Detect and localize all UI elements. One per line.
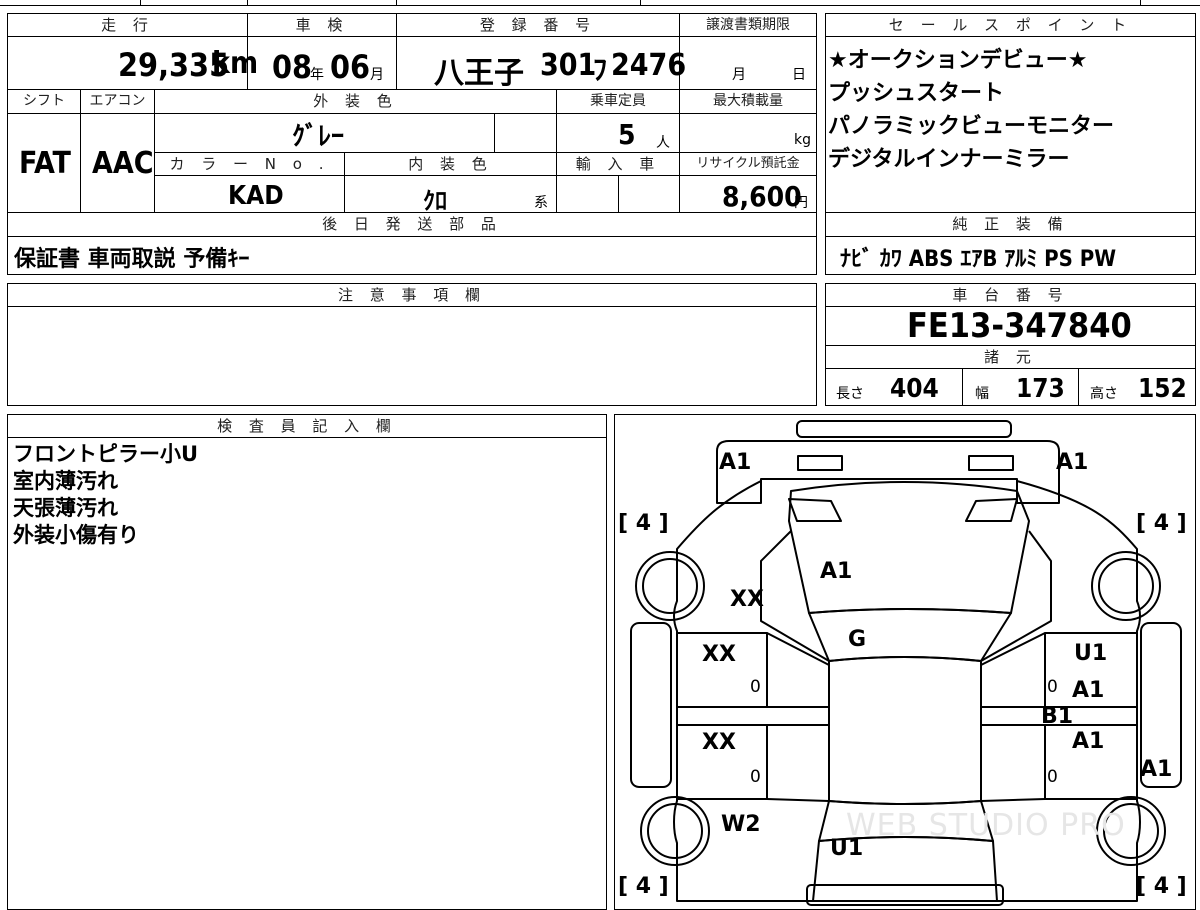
tire-depth-rear-left: [ 4 ] [618,874,669,899]
front-grille [716,440,1060,504]
rocker-left [630,622,672,788]
inspector-remark: 室内薄汚れ [13,469,118,493]
notes-header: 注 意 事 項 欄 [7,283,817,307]
tire-depth-front-right: [ 4 ] [1136,511,1187,536]
mark-headlight-left: A1 [719,450,752,475]
recycle-header: リサイクル預託金 [679,152,817,176]
chassis-number: FE13-347840 [907,306,1132,346]
mileage-header: 走 行 [7,13,248,37]
tire-depth-front-left: [ 4 ] [618,511,669,536]
shaken-year: 08 [272,48,313,86]
registration-number: 2476 [611,48,687,83]
height-value: 152 [1138,374,1187,404]
import-header: 輸 入 車 [556,152,680,176]
hood-crease-right [965,498,1018,522]
inspector-remark: 天張薄汚れ [13,496,118,520]
deadline-day-unit: 日 [792,67,806,83]
max-load-unit: kg [794,132,811,148]
sales-point-line: ★オークションデビュー★ [828,48,1088,73]
front-bumper [796,420,1012,438]
sales-point-line: デジタルインナーミラー [828,147,1070,172]
registration-class: 301 [540,48,597,83]
recycle-value: 8,600 [722,180,802,213]
height-label: 高さ [1090,386,1118,402]
color-no-value: KAD [228,181,284,211]
wheel-front-right [1091,551,1161,621]
shift-value: FAT [19,146,71,181]
roof [828,656,982,805]
mark-rear-door-right: A1 [1072,729,1105,754]
registration-header: 登 録 番 号 [396,13,680,37]
later-parts-value: 保証書 車両取説 予備ｷｰ [14,247,250,272]
inspector-remark: 外装小傷有り [13,523,139,547]
mark-rear-fender-left: W2 [721,812,761,837]
mark-zero: 0 [1047,677,1058,697]
recycle-unit: 円 [794,195,808,211]
mark-zero: 0 [750,767,761,787]
wheel-front-left [635,551,705,621]
mark-rocker-right: A1 [1140,757,1173,782]
dimensions-header: 諸 元 [825,345,1196,369]
tire-depth-rear-right: [ 4 ] [1136,874,1187,899]
interior-suffix: 系 [534,195,548,211]
sales-points-header: セ ー ル ス ポ イ ン ト [825,13,1196,37]
mark-front-door-right-2: A1 [1072,678,1105,703]
sales-points-list: ★オークションデビュー★ プッシュスタート パノラミックビューモニター デジタル… [828,44,1114,176]
inspector-remark: フロントピラー小U [13,442,199,466]
shaken-month-unit: 月 [370,67,384,83]
a-pillar-right [980,530,1052,662]
capacity-value: 5 [618,118,636,151]
mark-pillar-right: B1 [1041,704,1074,729]
length-value: 404 [890,374,939,404]
genuine-equipment-value: ﾅﾋﾞ ｶﾜ ABS ｴｱB ｱﾙﾐ PS PW [840,247,1117,272]
later-parts-header: 後 日 発 送 部 品 [7,212,817,237]
watermark: WEB STUDIO PRO [846,808,1126,843]
max-load-header: 最大積載量 [679,89,817,114]
mark-hood: A1 [820,559,853,584]
mark-rear-door-left: XX [702,730,736,755]
shaken-header: 車 検 [247,13,397,37]
mark-headlight-right: A1 [1056,450,1089,475]
headlight-right-frame [968,455,1014,471]
length-label: 長さ [836,386,864,402]
width-label: 幅 [975,386,989,402]
mark-zero: 0 [1047,767,1058,787]
wheel-front-right-inner [1098,558,1154,614]
inspector-remarks: フロントピラー小U 室内薄汚れ 天張薄汚れ 外装小傷有り [13,441,198,549]
capacity-unit: 人 [656,135,670,151]
interior-color-header: 内 装 色 [344,152,557,176]
transfer-deadline-header: 譲渡書類期限 [679,13,817,37]
ac-value: AAC [92,146,154,181]
shaken-month: 06 [330,48,371,86]
genuine-equipment-header: 純 正 装 備 [825,212,1196,237]
exterior-color-header: 外 装 色 [154,89,557,114]
chassis-header: 車 台 番 号 [825,283,1196,307]
top-cut-strip [0,0,1200,6]
shift-header: シフト [7,89,81,114]
mark-front-door-left: XX [702,642,736,667]
ac-header: エアコン [80,89,155,114]
registration-kana: ﾌ [593,53,608,86]
exterior-color-value: ｸﾞﾚｰ [292,122,345,152]
registration-region: 八王子 [434,56,524,91]
hood-crease-left [788,498,842,522]
interior-color-value: ｸﾛ [423,187,447,215]
sales-point-line: パノラミックビューモニター [828,114,1115,139]
windshield [808,608,1012,662]
mark-front-fender-left: XX [730,587,764,612]
headlight-left-frame [797,455,843,471]
mileage-unit: km [212,46,259,81]
sales-point-line: プッシュスタート [828,81,1005,106]
mark-roof: G [848,627,867,652]
wheel-front-left-inner [642,558,698,614]
mark-front-door-right: U1 [1074,641,1108,666]
capacity-header: 乗車定員 [556,89,680,114]
width-value: 173 [1016,374,1065,404]
shaken-year-unit: 年 [310,67,324,83]
color-no-header: カ ラ ー N o . [154,152,345,176]
mark-zero: 0 [750,677,761,697]
deadline-month-unit: 月 [732,67,746,83]
inspector-header: 検 査 員 記 入 欄 [7,414,607,438]
